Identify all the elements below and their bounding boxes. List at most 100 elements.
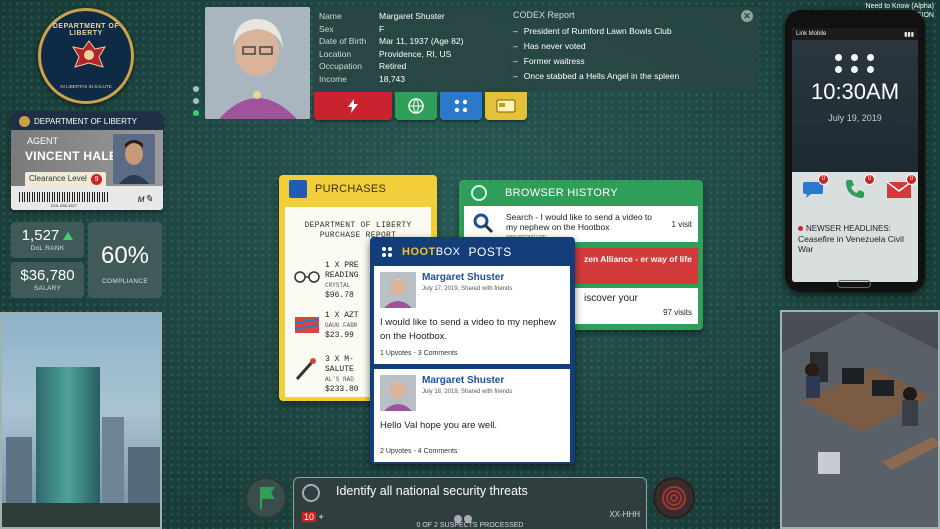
history-text: zen Alliance - er way of life [584, 254, 692, 264]
purchase-item-price: $23.99 [325, 331, 354, 340]
phone[interactable]: Link Mobile ▮▮▮ 10:30AM July 19, 2019 0 … [785, 10, 925, 292]
post-meta: 1 Upvotes - 3 Comments [380, 350, 458, 357]
hootbox-icon [382, 247, 392, 257]
purchase-item-line: SALUTE [325, 365, 354, 374]
rank-value: 1,527 [21, 227, 60, 244]
avatar [380, 375, 416, 411]
rank-value-row: 1,527 [11, 227, 84, 244]
shopping-bag-icon [289, 180, 307, 198]
purchase-item-line: GAUG FABR [325, 322, 358, 329]
news-header: NEWSER HEADLINES: [798, 224, 914, 234]
close-icon[interactable]: ✕ [741, 10, 753, 22]
profile-row: Occupation Retired [319, 60, 499, 73]
department-seal-logo: DEPARTMENT OF LIBERTY IN LIBERTAS IN SAL… [38, 8, 134, 104]
codex-item: Former waitress [513, 53, 751, 68]
indicator-dot [193, 98, 199, 104]
phone-call-icon[interactable] [844, 178, 866, 200]
fingerprint-button[interactable] [653, 477, 695, 519]
post-author[interactable]: Margaret Shuster [422, 272, 504, 283]
signal-icon: ▮▮▮ [904, 31, 914, 38]
clearance-level: 9 [91, 174, 103, 185]
pin-dot [867, 66, 874, 73]
profile-key: Sex [319, 23, 334, 34]
history-visits: 1 visit [671, 220, 692, 229]
pin-dots [792, 40, 918, 73]
pin-dot [835, 66, 842, 73]
codex-title: CODEX Report [513, 10, 575, 20]
tab-hootbox[interactable] [440, 92, 482, 120]
mini-seal-icon [19, 115, 30, 127]
purchase-item-price: $96.78 [325, 291, 354, 300]
compliance-stat: 60% COMPLIANCE [88, 222, 162, 298]
compliance-value: 60% [100, 242, 150, 269]
profile-row: Date of Birth Mar 11, 1937 (Age 82) [319, 35, 499, 48]
tab-browser[interactable] [395, 92, 437, 120]
objective-code: XX-HHH [609, 510, 640, 519]
hootbox-post[interactable]: Margaret Shuster July 17, 2019, Shared w… [374, 266, 570, 364]
signature: ᴍ✎ [137, 194, 153, 205]
globe-icon [408, 98, 424, 114]
purchase-item: 1 X PRE READING CRYSTAL $96.78 [325, 261, 359, 301]
rank-label: DoL RANK [30, 245, 65, 252]
profile-row: Income 18,743 [319, 73, 499, 86]
objective-bar: Identify all national security threats 1… [293, 477, 647, 529]
profile-key: Name [319, 11, 342, 22]
subject-profile-info: Name Margaret Shuster Sex F Date of Birth M… [314, 7, 504, 91]
codex-item: Has never voted [513, 38, 751, 53]
subject-portrait-image [205, 7, 310, 119]
salary-stat: $36,780 SALARY [11, 262, 84, 298]
suspects-processed: 0 OF 2 SUSPECTS PROCESSED [416, 522, 524, 529]
codex-list: President of Rumford Lawn Bowls Club Has… [513, 23, 751, 83]
phone-home-button[interactable] [837, 280, 871, 288]
id-card-header: DEPARTMENT OF LIBERTY [11, 112, 163, 130]
hootbox-icon [454, 99, 468, 113]
profile-key: Location [319, 48, 352, 59]
phone-app-row: 0 0 0 [792, 172, 918, 208]
flag-button[interactable] [245, 477, 287, 519]
hootbox-posts-window[interactable]: HOOTBOX POSTS Margaret Shuster July 17, … [370, 237, 575, 464]
hootbox-logo-a: HOOT [402, 246, 436, 258]
phone-status-bar: Link Mobile ▮▮▮ [792, 28, 918, 40]
fingerprint-icon [302, 484, 320, 502]
mail-badge: 0 [906, 174, 917, 185]
profile-row: Name Margaret Shuster [319, 10, 499, 23]
purchase-item: 1 X AZT GAUG FABR $23.99 [325, 311, 359, 341]
post-body: Hello Val hope you are well. [380, 420, 498, 431]
salary-label: SALARY [33, 285, 62, 292]
dol-rank-stat: 1,527 DoL RANK [11, 222, 84, 258]
search-icon [473, 213, 494, 234]
post-meta: 2 Upvotes - 4 Comments [380, 448, 458, 455]
profile-key: Date of Birth [319, 36, 367, 47]
salary-value: $36,780 [20, 267, 75, 284]
tab-purchases[interactable] [485, 92, 527, 120]
barcode [19, 192, 109, 202]
profile-key: Occupation [319, 61, 362, 72]
hootbox-post[interactable]: Margaret Shuster July 18, 2019, Shared w… [374, 369, 570, 462]
objective-count: 10 + [302, 512, 324, 522]
codex-item: Once stabbed a Hells Angel in the spleen [513, 68, 751, 83]
indicator-dot-active [193, 110, 199, 116]
purchase-item-line: 1 X PRE [325, 261, 359, 270]
agent-id-card: DEPARTMENT OF LIBERTY AGENT VINCENT HALE… [11, 112, 163, 210]
history-visits: 97 visits [663, 308, 692, 317]
purchase-item-line: READING [325, 271, 359, 280]
post-date: July 18, 2019, Shared with friends [422, 389, 513, 395]
purchase-item-price: $233.80 [325, 385, 359, 394]
avatar [380, 272, 416, 308]
credit-card-icon [496, 99, 516, 113]
compliance-label: COMPLIANCE [102, 278, 148, 285]
office-view-panel [780, 310, 940, 529]
purchase-item-line: CRYSTAL [325, 282, 351, 289]
codex-item: President of Rumford Lawn Bowls Club [513, 23, 751, 38]
pin-dot [851, 54, 858, 61]
tab-alerts[interactable] [314, 92, 392, 120]
seal-top-text: DEPARTMENT OF LIBERTY [52, 23, 120, 37]
phone-screen: Link Mobile ▮▮▮ 10:30AM July 19, 2019 0 … [792, 28, 918, 282]
hootbox-logo-b: BOX [435, 246, 461, 258]
purchases-header: PURCHASES [279, 175, 437, 203]
id-serial: DOL 836 4327 [51, 203, 77, 208]
glasses-icon [294, 271, 320, 283]
pin-dot [867, 54, 874, 61]
phone-time: 10:30AM [810, 79, 900, 104]
post-author[interactable]: Margaret Shuster [422, 375, 504, 386]
